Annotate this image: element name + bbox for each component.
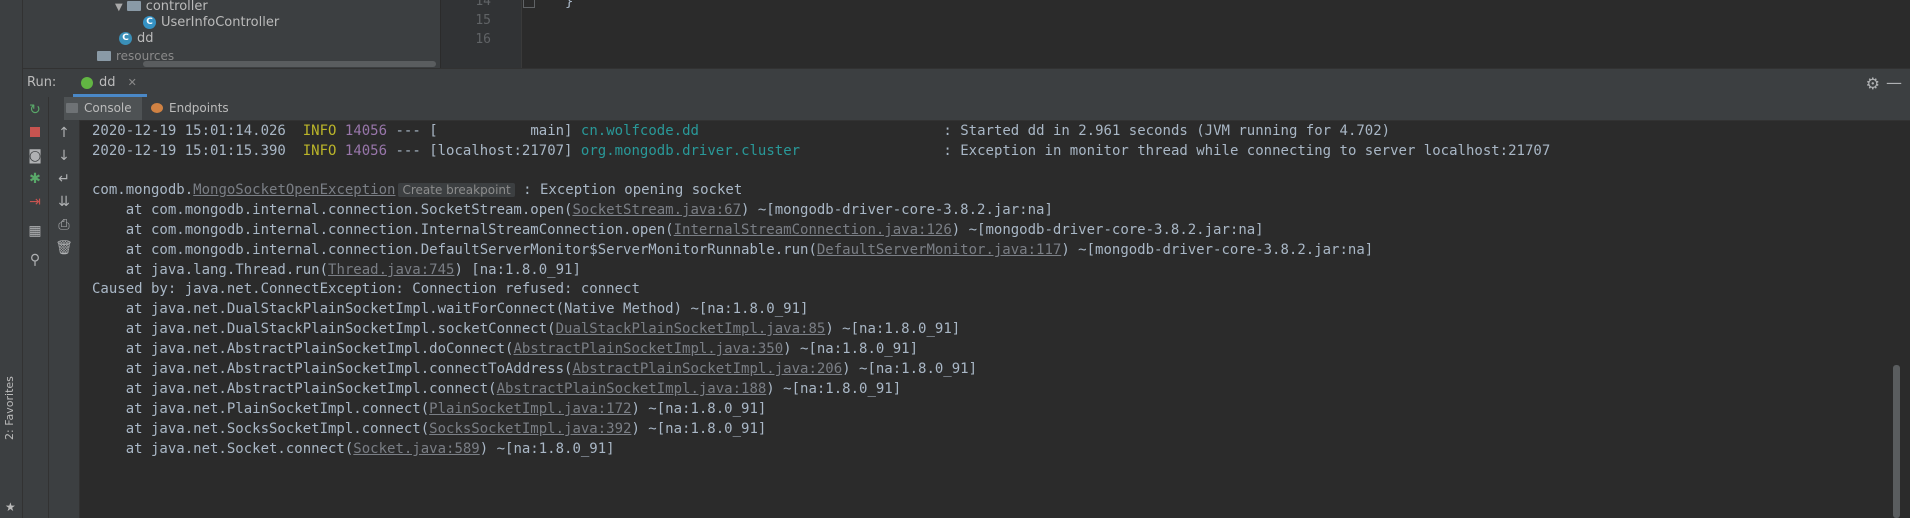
console-toolbar: ↑ ↓ ↵ ⇊ ⎙ 🗑 <box>49 120 80 518</box>
trash-icon[interactable]: 🗑 <box>54 238 74 258</box>
line-number: 15 <box>475 13 491 28</box>
stack-line: at java.net.AbstractPlainSocketImpl.conn… <box>92 361 978 377</box>
stack-line: at java.net.Socket.connect(Socket.java:5… <box>92 441 615 457</box>
endpoints-icon <box>151 103 163 113</box>
horizontal-scrollbar[interactable] <box>143 61 436 67</box>
run-window-header: Run: dd ✕ ⚙ — <box>23 68 1910 98</box>
rerun-icon[interactable]: ↻ <box>25 100 45 120</box>
run-subtabs: Console Endpoints <box>49 97 1910 121</box>
folder-icon <box>97 50 111 61</box>
run-toolbar: ↻ ◙ ✱ ⇥ ▦ ⚲ <box>23 97 49 518</box>
source-link[interactable]: SocksSocketImpl.java:392 <box>429 421 631 437</box>
stop-icon[interactable] <box>25 123 45 143</box>
arrow-down-icon[interactable]: ↓ <box>54 146 74 166</box>
camera-icon[interactable]: ◙ <box>25 146 45 166</box>
source-link[interactable]: DualStackPlainSocketImpl.java:85 <box>556 321 826 337</box>
stack-line: at com.mongodb.internal.connection.Socke… <box>92 202 1053 218</box>
vertical-scrollbar[interactable] <box>1893 365 1900 518</box>
log-line: 2020-12-19 15:01:15.390 INFO 14056 --- [… <box>92 143 1551 159</box>
source-link[interactable]: SocketStream.java:67 <box>572 202 741 218</box>
spring-class-icon: C <box>119 32 132 45</box>
pin-icon[interactable]: ⚲ <box>25 250 45 270</box>
console-output[interactable]: 2020-12-19 15:01:14.026 INFO 14056 --- [… <box>80 121 1890 518</box>
arrow-up-icon[interactable]: ↑ <box>54 123 74 143</box>
tab-console[interactable]: Console <box>64 97 142 120</box>
line-number: 14 <box>475 0 491 9</box>
source-link[interactable]: Thread.java:745 <box>328 262 454 278</box>
spring-boot-icon <box>81 77 93 89</box>
code-editor[interactable]: 14 15 16 } <box>441 0 1910 68</box>
run-label: Run: <box>27 75 57 90</box>
minimize-icon[interactable]: — <box>1886 73 1902 92</box>
tree-item-userinfocontroller[interactable]: C UserInfoController <box>143 13 279 33</box>
star-icon[interactable]: ★ <box>5 500 16 514</box>
tree-item-label: dd <box>137 31 154 46</box>
source-link[interactable]: AbstractPlainSocketImpl.java:350 <box>513 341 783 357</box>
stack-line: at java.net.DualStackPlainSocketImpl.wai… <box>92 301 809 317</box>
line-number: 16 <box>475 32 491 47</box>
left-tool-strip: 2: Favorites ★ <box>0 0 23 518</box>
favorites-tab[interactable]: 2: Favorites <box>3 376 16 440</box>
scroll-to-end-icon[interactable]: ⇊ <box>54 192 74 212</box>
code-brace: } <box>565 0 574 10</box>
source-link[interactable]: InternalStreamConnection.java:126 <box>674 222 952 238</box>
tab-label: Console <box>84 101 132 115</box>
tree-item-label: controller <box>145 0 208 14</box>
close-icon[interactable]: ✕ <box>128 76 137 89</box>
run-tab-dd[interactable]: dd ✕ <box>73 69 147 97</box>
class-icon: C <box>143 16 156 29</box>
exception-line: com.mongodb.MongoSocketOpenException Crea… <box>92 182 743 198</box>
stack-line: at java.lang.Thread.run(Thread.java:745)… <box>92 262 581 278</box>
stack-line: at com.mongodb.internal.connection.Defau… <box>92 242 1374 258</box>
source-link[interactable]: Socket.java:589 <box>353 441 479 457</box>
gear-icon[interactable]: ⚙ <box>1866 74 1880 93</box>
tree-item-label: UserInfoController <box>161 15 280 30</box>
source-link[interactable]: PlainSocketImpl.java:172 <box>429 401 631 417</box>
tab-label: Endpoints <box>169 101 229 115</box>
source-link[interactable]: DefaultServerMonitor.java:117 <box>817 242 1061 258</box>
console-icon <box>66 103 78 113</box>
stack-line: at java.net.AbstractPlainSocketImpl.conn… <box>92 381 902 397</box>
stack-line: at java.net.PlainSocketImpl.connect(Plai… <box>92 401 767 417</box>
stack-line: at java.net.AbstractPlainSocketImpl.doCo… <box>92 341 919 357</box>
source-link[interactable]: AbstractPlainSocketImpl.java:206 <box>572 361 842 377</box>
source-link[interactable]: AbstractPlainSocketImpl.java:188 <box>497 381 767 397</box>
create-breakpoint-button[interactable]: Create breakpoint <box>398 183 515 197</box>
soft-wrap-icon[interactable]: ↵ <box>54 169 74 189</box>
exit-icon[interactable]: ⇥ <box>25 192 45 212</box>
exception-class-link[interactable]: MongoSocketOpenException <box>193 182 395 198</box>
debug-icon[interactable]: ✱ <box>25 169 45 189</box>
stack-line: at java.net.SocksSocketImpl.connect(Sock… <box>92 421 767 437</box>
line-gutter: 14 15 16 <box>441 0 522 68</box>
layout-icon[interactable]: ▦ <box>25 221 45 241</box>
run-tab-label: dd <box>99 75 116 90</box>
fold-marker-icon[interactable] <box>523 0 535 8</box>
chevron-down-icon: ▼ <box>115 2 123 13</box>
folder-icon <box>126 0 141 11</box>
caused-by-line: Caused by: java.net.ConnectException: Co… <box>92 281 640 297</box>
stack-line: at java.net.DualStackPlainSocketImpl.soc… <box>92 321 961 337</box>
project-tree: ▼ controller C UserInfoController Cdd reso… <box>23 0 441 68</box>
log-line: 2020-12-19 15:01:14.026 INFO 14056 --- [… <box>92 123 1391 139</box>
tab-endpoints[interactable]: Endpoints <box>149 97 229 120</box>
stack-line: at com.mongodb.internal.connection.Inter… <box>92 222 1264 238</box>
print-icon[interactable]: ⎙ <box>54 215 74 235</box>
